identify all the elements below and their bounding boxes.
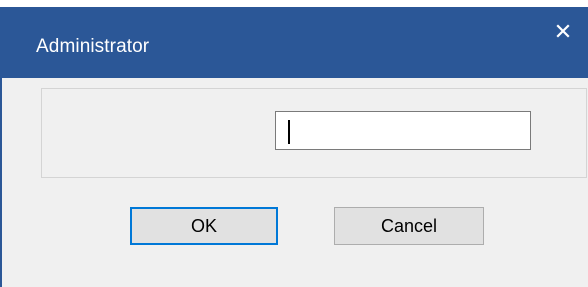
dialog-body: OK Cancel	[0, 78, 588, 287]
ok-button-label: OK	[190, 215, 217, 236]
ok-button[interactable]: OK	[130, 207, 278, 245]
text-caret	[288, 120, 290, 144]
input-group-box	[41, 88, 587, 178]
title-bar[interactable]: Administrator	[0, 7, 588, 78]
top-strip	[0, 0, 588, 7]
cancel-button[interactable]: Cancel	[334, 207, 484, 245]
close-icon	[556, 24, 570, 38]
administrator-input[interactable]	[275, 111, 531, 150]
administrator-dialog: Administrator OK Cancel	[0, 0, 588, 287]
window-title: Administrator	[36, 36, 150, 57]
cancel-button-label: Cancel	[380, 215, 438, 236]
close-button[interactable]	[540, 11, 586, 51]
